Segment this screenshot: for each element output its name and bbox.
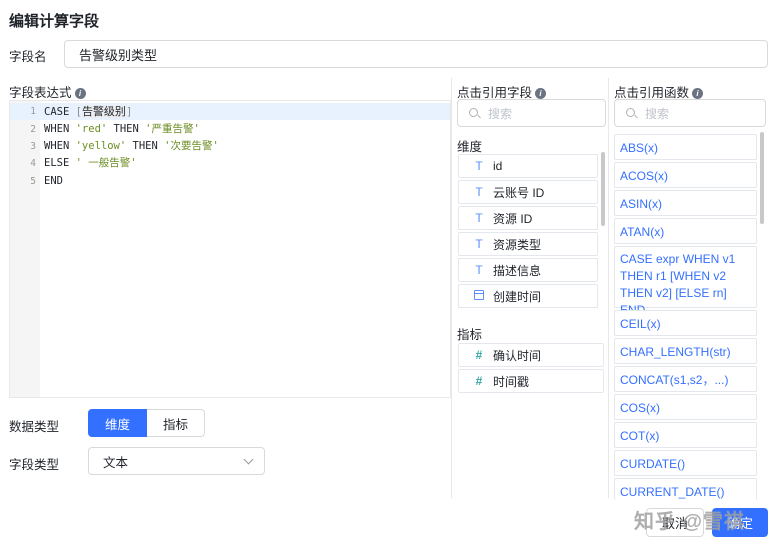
field-item-label: 描述信息 <box>493 263 542 278</box>
field-type-select[interactable]: 文本 <box>88 447 265 475</box>
code-keyword: WHEN <box>44 123 76 135</box>
info-icon[interactable]: i <box>74 88 86 100</box>
field-item-label: 资源类型 <box>493 237 542 252</box>
function-item[interactable]: CURRENT_DATE() <box>614 478 757 500</box>
text-type-icon: T <box>475 263 483 277</box>
code-line[interactable]: 1 CASE [告警级别] <box>10 103 450 120</box>
field-item-label: 资源 ID <box>493 211 533 226</box>
function-item[interactable]: ASIN(x) <box>614 190 757 216</box>
data-type-metric-button[interactable]: 指标 <box>147 409 206 437</box>
functions-panel-label: 点击引用函数 <box>614 86 690 100</box>
text-type-icon: T <box>475 185 483 199</box>
field-name-value: 告警级别类型 <box>79 47 158 63</box>
dimension-section-label: 维度 <box>457 140 483 154</box>
code-keyword: THEN <box>126 140 165 152</box>
info-icon[interactable]: i <box>692 88 704 100</box>
field-search-placeholder: 搜索 <box>488 106 513 121</box>
field-item-id[interactable]: T id <box>458 154 598 178</box>
search-icon <box>626 108 635 117</box>
field-item-confirm-time[interactable]: # 确认时间 <box>458 343 604 367</box>
code-keyword: THEN <box>107 123 146 135</box>
dialog-title: 编辑计算字段 <box>9 13 100 30</box>
function-list-scrollbar[interactable] <box>760 132 764 224</box>
text-type-icon: T <box>475 211 483 225</box>
function-item[interactable]: CHAR_LENGTH(str) <box>614 338 757 364</box>
field-name-input[interactable]: 告警级别类型 <box>64 40 768 68</box>
data-type-label: 数据类型 <box>9 420 60 434</box>
field-item-resource-id[interactable]: T 资源 ID <box>458 206 598 230</box>
text-type-icon: T <box>475 159 483 173</box>
code-string: 'yellow' <box>75 140 127 152</box>
field-item-timestamp[interactable]: # 时间戳 <box>458 369 604 393</box>
function-item[interactable]: COT(x) <box>614 422 757 448</box>
line-number: 1 <box>30 106 36 117</box>
data-type-toggle: 维度 指标 <box>88 409 206 437</box>
function-item[interactable]: COS(x) <box>614 394 757 420</box>
field-item-cloud-account-id[interactable]: T 云账号 ID <box>458 180 598 204</box>
expression-label: 字段表达式 <box>9 86 72 100</box>
watermark: 知乎 @雪祺 <box>634 511 746 533</box>
function-item[interactable]: ACOS(x) <box>614 162 757 188</box>
code-line[interactable]: 5 END <box>10 173 450 190</box>
code-line[interactable]: 4 ELSE ' 一般告警' <box>10 155 450 172</box>
code-keyword: ELSE <box>44 157 76 169</box>
field-type-value: 文本 <box>103 455 129 470</box>
line-number: 2 <box>30 124 36 135</box>
code-keyword: END <box>44 175 63 187</box>
code-field-ref: 告警级别 <box>81 105 126 118</box>
code-string: '次要告警' <box>164 140 219 152</box>
info-icon[interactable]: i <box>535 88 547 100</box>
field-item-created-time[interactable]: 创建时间 <box>458 284 598 308</box>
code-string: ' 一般告警' <box>75 157 137 169</box>
fields-panel-label: 点击引用字段 <box>457 86 533 100</box>
field-item-label: 确认时间 <box>493 348 542 363</box>
data-type-dimension-button[interactable]: 维度 <box>88 409 148 437</box>
code-line[interactable]: 2 WHEN 'red' THEN '严重告警' <box>10 121 450 138</box>
code-line[interactable]: 3 WHEN 'yellow' THEN '次要告警' <box>10 138 450 155</box>
code-bracket: ] <box>125 106 133 118</box>
line-number: 4 <box>30 158 36 169</box>
divider <box>608 78 609 498</box>
field-item-label: id <box>493 159 503 173</box>
text-type-icon: T <box>475 237 483 251</box>
function-search-input[interactable]: 搜索 <box>614 99 766 127</box>
field-name-label: 字段名 <box>9 50 47 64</box>
function-search-placeholder: 搜索 <box>645 106 670 121</box>
metric-section-label: 指标 <box>457 328 483 342</box>
function-item[interactable]: ATAN(x) <box>614 218 757 244</box>
field-list-scrollbar[interactable] <box>601 152 605 226</box>
function-item[interactable]: CONCAT(s1,s2，...) <box>614 366 757 392</box>
calendar-icon <box>469 289 489 303</box>
expression-label-row: 字段表达式 i <box>9 82 86 101</box>
expression-editor[interactable]: 1 CASE [告警级别] 2 WHEN 'red' THEN '严重告警' 3… <box>9 100 451 398</box>
field-search-input[interactable]: 搜索 <box>457 99 606 127</box>
function-item[interactable]: ABS(x) <box>614 134 757 160</box>
field-item-label: 时间戳 <box>493 374 530 389</box>
line-number: 5 <box>30 176 36 187</box>
number-type-icon: # <box>475 374 483 388</box>
function-item[interactable]: CASE expr WHEN v1 THEN r1 [WHEN v2 THEN … <box>614 246 757 317</box>
code-string: 'red' <box>75 123 108 135</box>
number-type-icon: # <box>475 348 483 362</box>
code-keyword: WHEN <box>44 140 76 152</box>
field-item-label: 云账号 ID <box>493 185 545 200</box>
line-number: 3 <box>30 141 36 152</box>
field-type-label: 字段类型 <box>9 458 60 472</box>
code-keyword: CASE <box>44 106 76 118</box>
search-icon <box>469 108 478 117</box>
code-bracket: [ <box>75 106 82 118</box>
field-item-description[interactable]: T 描述信息 <box>458 258 598 282</box>
function-item[interactable]: CEIL(x) <box>614 310 757 336</box>
field-item-label: 创建时间 <box>493 289 542 304</box>
function-item[interactable]: CURDATE() <box>614 450 757 476</box>
divider <box>451 78 452 498</box>
field-item-resource-type[interactable]: T 资源类型 <box>458 232 598 256</box>
code-string: '严重告警' <box>145 123 200 135</box>
chevron-down-icon <box>243 454 254 465</box>
